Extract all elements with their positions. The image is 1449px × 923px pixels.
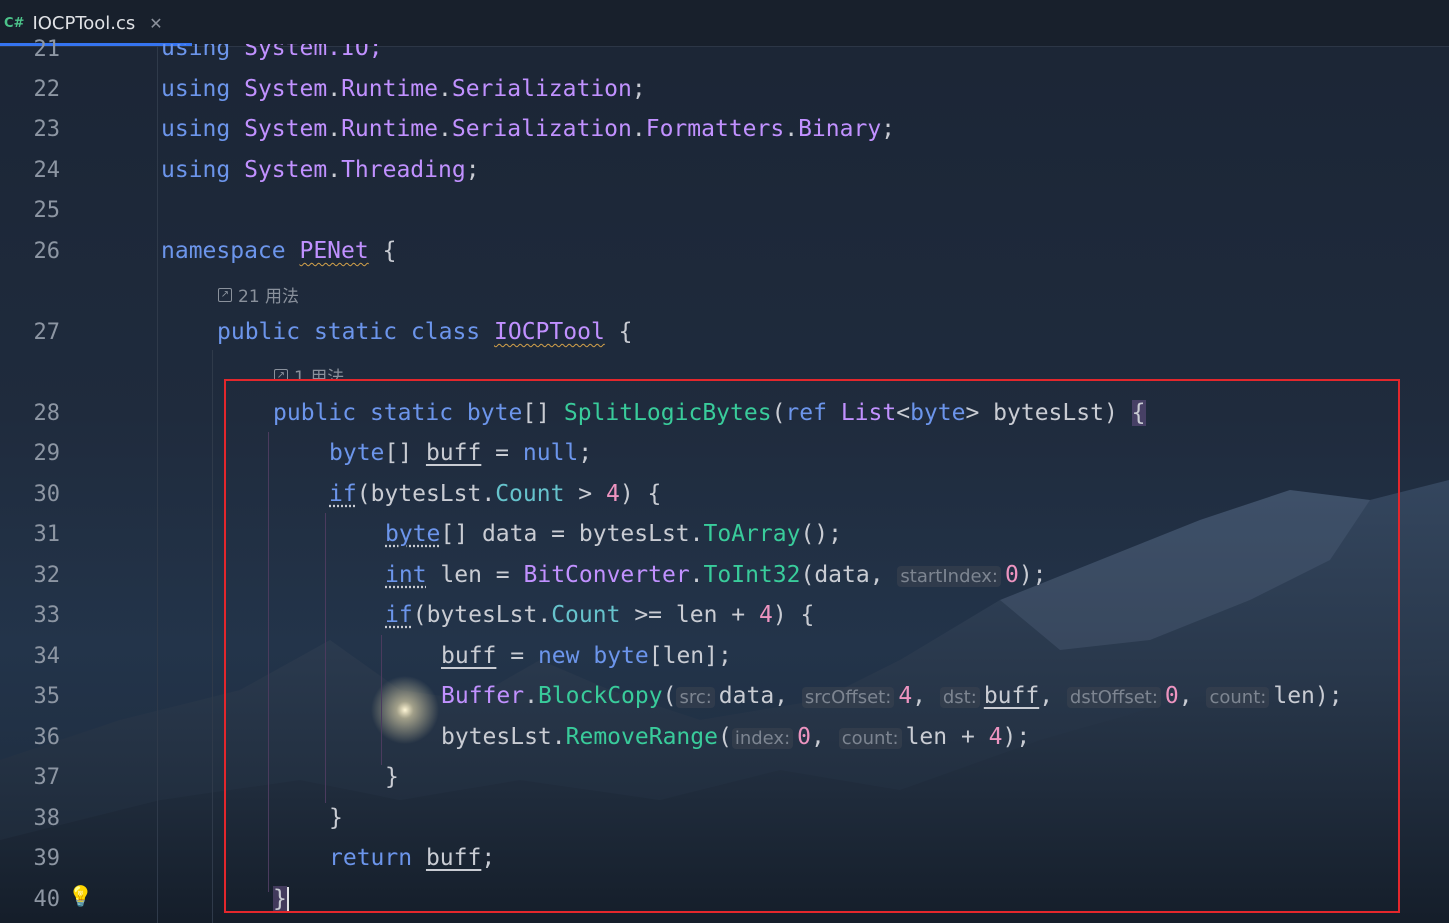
class-name: IOCPTool bbox=[494, 319, 605, 345]
keyword: using bbox=[161, 116, 231, 142]
namespace: System bbox=[244, 76, 328, 102]
line-number: 32 bbox=[33, 563, 61, 588]
line-number: 39 bbox=[33, 846, 61, 871]
line-number: 22 bbox=[33, 77, 61, 102]
tab-filename: IOCPTool.cs bbox=[32, 12, 136, 34]
keyword: class bbox=[410, 319, 481, 345]
line-number: 40 bbox=[33, 887, 61, 912]
csharp-file-icon: C# bbox=[4, 15, 25, 31]
editor-tab-bar: C# IOCPTool.cs ✕ bbox=[0, 0, 1449, 47]
namespace: Serialization bbox=[451, 76, 632, 102]
line-number: 33 bbox=[33, 603, 61, 628]
line-number: 23 bbox=[33, 117, 61, 142]
line-number: 37 bbox=[33, 765, 61, 790]
line-number: 38 bbox=[33, 806, 61, 831]
namespace: System bbox=[244, 116, 328, 142]
line-number: 21 bbox=[33, 37, 61, 62]
usage-link-icon: ↗ bbox=[218, 287, 232, 302]
line-number: 26 bbox=[33, 239, 61, 264]
keyword: using bbox=[161, 76, 231, 102]
code-line-24[interactable]: using System.Threading; bbox=[161, 156, 480, 184]
namespace-name: PENet bbox=[299, 238, 369, 264]
keyword: using bbox=[161, 157, 231, 183]
line-number: 25 bbox=[33, 198, 61, 223]
keyword: public bbox=[217, 319, 301, 345]
class-usage-hint[interactable]: ↗ 21 用法 bbox=[218, 282, 299, 307]
line-number: 36 bbox=[33, 725, 61, 750]
namespace: Runtime bbox=[341, 76, 438, 102]
code-line-26[interactable]: namespace PENet { bbox=[161, 237, 396, 265]
namespace: Runtime bbox=[341, 116, 438, 142]
code-line-23[interactable]: using System.Runtime.Serialization.Forma… bbox=[161, 115, 895, 143]
close-tab-icon[interactable]: ✕ bbox=[149, 14, 162, 33]
line-number: 30 bbox=[33, 482, 61, 507]
namespace: Binary bbox=[798, 116, 882, 142]
namespace: Threading bbox=[341, 157, 466, 183]
line-number: 28 bbox=[33, 401, 61, 426]
line-number: 24 bbox=[33, 158, 61, 183]
line-number: 31 bbox=[33, 522, 61, 547]
line-number: 29 bbox=[33, 441, 61, 466]
namespace: System bbox=[244, 157, 328, 183]
indent-guide bbox=[212, 350, 213, 923]
line-number: 34 bbox=[33, 644, 61, 669]
keyword: namespace bbox=[161, 238, 286, 264]
lightbulb-icon[interactable]: 💡 bbox=[68, 884, 93, 908]
line-number: 35 bbox=[33, 684, 61, 709]
keyword: static bbox=[313, 319, 398, 345]
namespace: Formatters bbox=[645, 116, 785, 142]
code-line-27[interactable]: public static class IOCPTool { bbox=[217, 318, 633, 346]
code-line-22[interactable]: using System.Runtime.Serialization; bbox=[161, 75, 646, 103]
annotation-highlight-box bbox=[224, 379, 1400, 913]
namespace: Serialization bbox=[451, 116, 632, 142]
gutter-divider bbox=[157, 46, 158, 923]
line-number: 27 bbox=[33, 320, 61, 345]
usage-count: 21 用法 bbox=[238, 287, 300, 307]
